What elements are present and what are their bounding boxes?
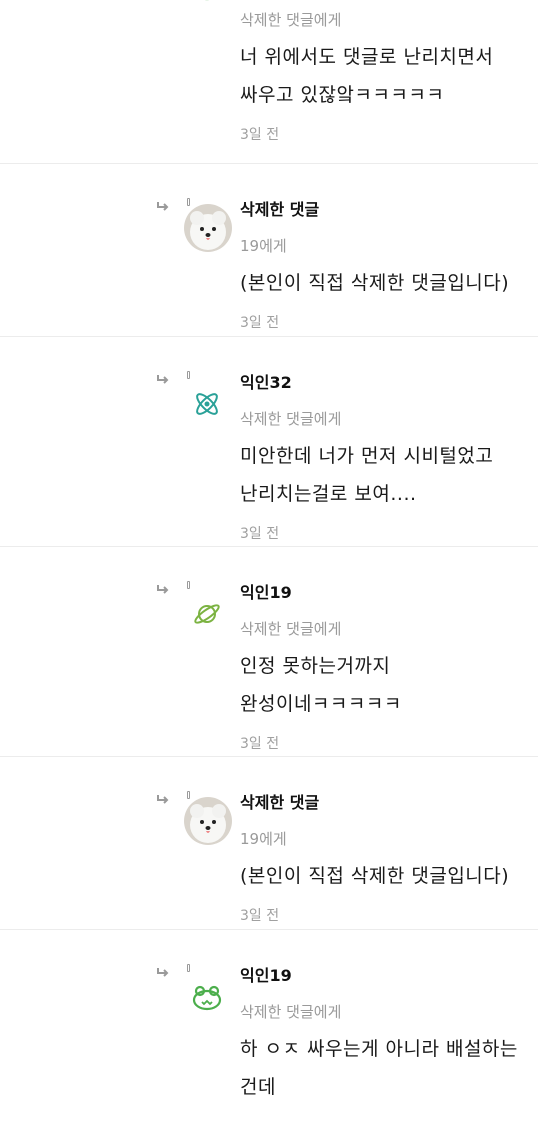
comment-body: 미안한데 너가 먼저 시비털었고 난리치는걸로 보여.... [240, 445, 494, 505]
comment-author[interactable]: 익인19 [240, 930, 526, 986]
dog-avatar-photo[interactable] [184, 797, 232, 845]
frog-avatar-icon[interactable] [190, 0, 224, 4]
dog-avatar-photo[interactable] [184, 204, 232, 252]
depth-marker-icon [187, 581, 190, 589]
reply-target: 삭제한 댓글에게 [240, 11, 342, 29]
depth-marker-icon [187, 198, 190, 206]
comment-body: (본인이 직접 삭제한 댓글입니다) [240, 272, 510, 294]
depth-marker-icon [187, 371, 190, 379]
planet-avatar-icon[interactable] [190, 597, 224, 631]
reply-target: 19에게 [240, 830, 287, 848]
comment-item: 삭제한 댓글에게 너 위에서도 댓글로 난리치면서 싸우고 있잖앜ㅋㅋㅋㅋㅋ 3… [0, 0, 538, 164]
comment-author[interactable]: 익인32 [240, 337, 526, 393]
reply-arrow-icon [157, 585, 169, 594]
reply-target: 삭제한 댓글에게 [240, 1003, 342, 1021]
comment-item: 익인19 삭제한 댓글에게 인정 못하는거까지 완성이네ㅋㅋㅋㅋㅋ 3일 전 [0, 547, 538, 757]
atom-avatar-icon[interactable] [190, 387, 224, 421]
comment-item: 익인32 삭제한 댓글에게 미안한데 너가 먼저 시비털었고 난리치는걸로 보여… [0, 337, 538, 547]
comment-author[interactable]: 익인19 [240, 547, 526, 603]
reply-target: 삭제한 댓글에게 [240, 410, 342, 428]
depth-marker-icon [187, 791, 190, 799]
frog-avatar-icon[interactable] [190, 980, 224, 1014]
reply-target: 19에게 [240, 237, 287, 255]
comment-body: 인정 못하는거까지 완성이네ㅋㅋㅋㅋㅋ [240, 655, 402, 715]
comment-time: 3일 전 [240, 127, 280, 143]
comment-item: 익인19 삭제한 댓글에게 하 ㅇㅈ 싸우는게 아니라 배설하는 건데 [0, 930, 538, 1130]
reply-target: 삭제한 댓글에게 [240, 620, 342, 638]
comment-body: 하 ㅇㅈ 싸우는게 아니라 배설하는 건데 [240, 1038, 518, 1098]
comment-author[interactable]: 삭제한 댓글 [240, 757, 526, 813]
comment-thread: 삭제한 댓글에게 너 위에서도 댓글로 난리치면서 싸우고 있잖앜ㅋㅋㅋㅋㅋ 3… [0, 0, 538, 1130]
comment-body: 너 위에서도 댓글로 난리치면서 싸우고 있잖앜ㅋㅋㅋㅋㅋ [240, 46, 494, 106]
reply-arrow-icon [157, 202, 169, 211]
reply-arrow-icon [157, 375, 169, 384]
comment-item: 삭제한 댓글 19에게 (본인이 직접 삭제한 댓글입니다) 3일 전 [0, 164, 538, 337]
comment-author[interactable]: 삭제한 댓글 [240, 164, 526, 220]
comment-item: 삭제한 댓글 19에게 (본인이 직접 삭제한 댓글입니다) 3일 전 [0, 757, 538, 930]
comment-body: (본인이 직접 삭제한 댓글입니다) [240, 865, 510, 887]
depth-marker-icon [187, 964, 190, 972]
reply-arrow-icon [157, 968, 169, 977]
reply-arrow-icon [157, 795, 169, 804]
